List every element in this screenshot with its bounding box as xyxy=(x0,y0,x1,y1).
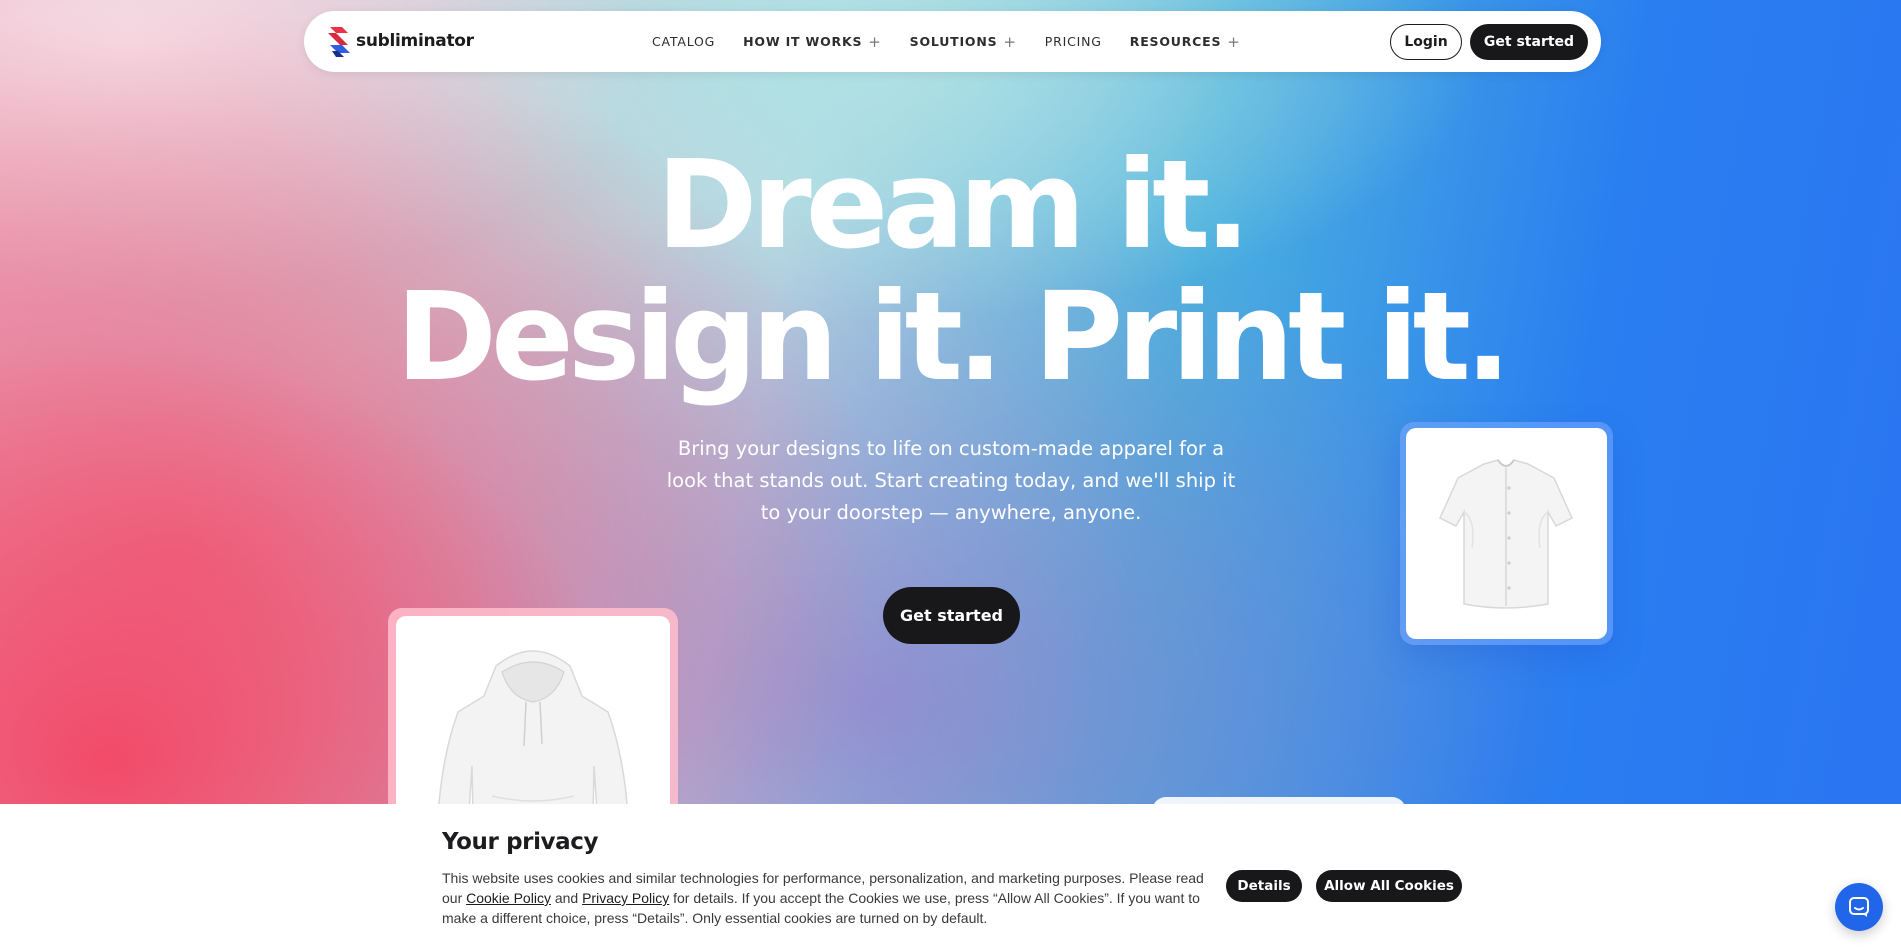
plus-icon: + xyxy=(1003,32,1017,51)
cookie-details-button[interactable]: Details xyxy=(1226,870,1302,902)
nav-pricing-label: PRICING xyxy=(1044,34,1102,49)
cookie-policy-link[interactable]: Cookie Policy xyxy=(466,890,551,906)
product-card-shirt[interactable] xyxy=(1400,422,1613,645)
privacy-policy-link[interactable]: Privacy Policy xyxy=(582,890,669,906)
product-card-shirt-inner xyxy=(1406,428,1607,639)
brand-name: subliminator xyxy=(356,31,474,51)
nav-how-it-works[interactable]: HOW IT WORKS + xyxy=(743,33,881,51)
chat-icon xyxy=(1849,897,1869,917)
cookie-banner: Your privacy This website uses cookies a… xyxy=(0,804,1901,949)
allow-all-cookies-button[interactable]: Allow All Cookies xyxy=(1316,870,1462,902)
nav-catalog-label: CATALOG xyxy=(652,34,716,49)
top-navbar: subliminator CATALOG HOW IT WORKS + SOLU… xyxy=(304,11,1601,72)
hero-headline-line2: Design it. Print it. xyxy=(395,266,1512,408)
nav-solutions-label: SOLUTIONS xyxy=(909,34,998,49)
plus-icon: + xyxy=(868,32,882,51)
hero-headline-line1: Dream it. xyxy=(656,134,1251,276)
subliminator-logo-icon xyxy=(326,25,352,57)
nav-pricing[interactable]: PRICING xyxy=(1045,34,1102,49)
chat-launcher-button[interactable] xyxy=(1835,883,1883,931)
cookie-title: Your privacy xyxy=(442,829,599,855)
nav-resources[interactable]: RESOURCES + xyxy=(1130,33,1241,51)
cookie-text: This website uses cookies and similar te… xyxy=(442,868,1224,928)
nav-resources-label: RESOURCES xyxy=(1129,34,1222,49)
brand-logo[interactable]: subliminator xyxy=(326,25,474,57)
nav-get-started-button[interactable]: Get started xyxy=(1470,24,1588,60)
login-button[interactable]: Login xyxy=(1390,24,1462,60)
nav-links: CATALOG HOW IT WORKS + SOLUTIONS + PRICI… xyxy=(652,11,1269,72)
cookie-text-and: and xyxy=(550,890,583,906)
hero-subtitle: Bring your designs to life on custom-mad… xyxy=(666,437,1236,524)
nav-catalog[interactable]: CATALOG xyxy=(652,34,715,49)
nav-how-it-works-label: HOW IT WORKS xyxy=(743,34,863,49)
plus-icon: + xyxy=(1227,32,1241,51)
shirt-icon xyxy=(1439,459,1573,609)
hero-get-started-button[interactable]: Get started xyxy=(883,587,1020,644)
nav-solutions[interactable]: SOLUTIONS + xyxy=(910,33,1017,51)
